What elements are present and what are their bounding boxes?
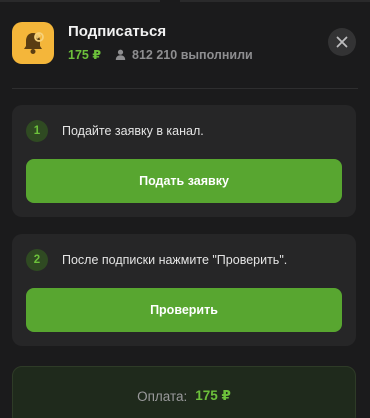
completed-count-text: 812 210 выполнили (132, 47, 253, 62)
close-icon (336, 36, 348, 48)
top-strip-segment (0, 0, 160, 2)
check-button[interactable]: Проверить (26, 288, 342, 332)
payment-amount: 175 ₽ (195, 388, 231, 403)
task-price: 175 ₽ (68, 48, 102, 62)
task-header: Подписаться 175 ₽ 812 210 выполнили (12, 22, 358, 66)
completed-counter: 812 210 выполнили (115, 48, 253, 62)
payment-label: Оплата: (137, 388, 188, 404)
bell-icon (12, 22, 54, 64)
step-instruction: После подписки нажмите "Проверить". (62, 253, 288, 267)
step-number-badge: 2 (26, 249, 48, 271)
step-instruction: Подайте заявку в канал. (62, 124, 204, 138)
close-button[interactable] (328, 28, 356, 56)
step-card-1: 1 Подайте заявку в канал. Подать заявку (12, 105, 356, 217)
task-title: Подписаться (68, 23, 167, 40)
step-card-2: 2 После подписки нажмите "Проверить". Пр… (12, 234, 356, 346)
top-strip (0, 0, 370, 10)
submit-request-button[interactable]: Подать заявку (26, 159, 342, 203)
step-number-badge: 1 (26, 120, 48, 142)
user-icon (115, 49, 126, 60)
top-strip-segment (180, 0, 370, 2)
payment-summary: Оплата: 175 ₽ (12, 366, 356, 418)
header-divider (12, 88, 358, 89)
